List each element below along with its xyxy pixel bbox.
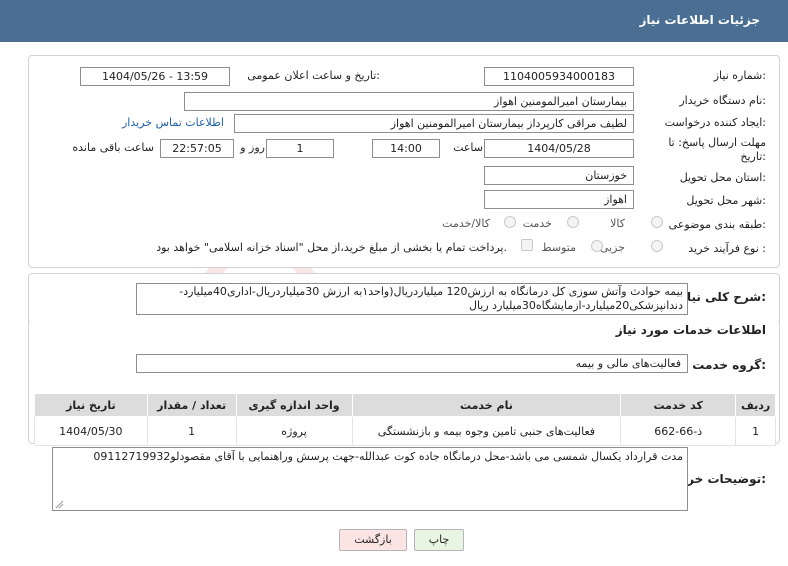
- category-radio-goods-service[interactable]: [504, 216, 516, 228]
- process-option-medium: متوسط: [541, 241, 576, 254]
- page-title: جزئیات اطلاعات نیاز: [639, 13, 760, 27]
- col-header-date: تاریخ نیاز: [34, 393, 148, 417]
- city-label: شهر محل تحویل:: [686, 194, 766, 207]
- time-remaining-label: ساعت باقی مانده: [72, 141, 154, 154]
- creator-label: ایجاد کننده درخواست:: [664, 116, 766, 129]
- page-header: جزئیات اطلاعات نیاز: [0, 0, 788, 42]
- services-table: ردیف کد خدمت نام خدمت واحد اندازه گیری ت…: [34, 393, 776, 446]
- col-header-row: ردیف: [735, 393, 776, 417]
- need-info-panel: [28, 55, 780, 268]
- province-label: استان محل تحویل:: [679, 171, 766, 184]
- col-header-qty: تعداد / مقدار: [146, 393, 237, 417]
- treasury-payment-checkbox[interactable]: [521, 239, 533, 251]
- buyer-org-label: نام دستگاه خریدار:: [679, 94, 766, 107]
- deadline-label-date: تاریخ:: [740, 150, 766, 163]
- resize-handle-icon[interactable]: [54, 499, 64, 509]
- table-row[interactable]: 1 ذ-66-662 فعالیت‌های جنبی تامین وجوه بی…: [34, 416, 776, 446]
- col-header-unit: واحد اندازه گیری: [235, 393, 353, 417]
- services-section-title: اطلاعات خدمات مورد نیاز: [615, 323, 766, 337]
- category-option-goods: کالا: [610, 217, 625, 230]
- service-group-label: گروه خدمت:: [692, 358, 766, 372]
- buyer-notes-text[interactable]: مدت قرارداد یکسال شمسی می باشد-محل درمان…: [52, 447, 688, 511]
- deadline-time-label: ساعت: [453, 141, 483, 154]
- service-group-field[interactable]: فعالیت‌های مالی و بیمه: [136, 354, 688, 373]
- cell-unit: پروژه: [235, 416, 353, 446]
- deadline-date-field[interactable]: 1404/05/28: [484, 139, 634, 158]
- need-number-label: شماره نیاز:: [713, 69, 766, 82]
- time-remaining-field[interactable]: 22:57:05: [160, 139, 234, 158]
- announce-datetime-field[interactable]: 1404/05/26 - 13:59: [80, 67, 230, 86]
- category-option-service: خدمت: [522, 217, 552, 230]
- category-radio-service[interactable]: [567, 216, 579, 228]
- cell-qty: 1: [146, 416, 237, 446]
- treasury-payment-note: پرداخت تمام یا بخشی از مبلغ خرید،از محل …: [156, 241, 507, 254]
- province-field[interactable]: خوزستان: [484, 166, 634, 185]
- description-text[interactable]: بیمه حوادث وآتش سوزی کل درمانگاه به ارزش…: [136, 283, 688, 315]
- cell-row: 1: [735, 416, 776, 446]
- buyer-org-field[interactable]: بیمارستان امیرالمومنین اهواز: [184, 92, 634, 111]
- services-table-header: ردیف کد خدمت نام خدمت واحد اندازه گیری ت…: [34, 393, 776, 417]
- cell-name: فعالیت‌های جنبی تامین وجوه بیمه و بازنشس…: [351, 416, 622, 446]
- deadline-time-field[interactable]: 14:00: [372, 139, 440, 158]
- col-header-name: نام خدمت: [351, 393, 622, 417]
- description-label: شرح کلی نیاز:: [680, 290, 766, 304]
- need-number-field[interactable]: 1104005934000183: [484, 67, 634, 86]
- deadline-label: مهلت ارسال پاسخ: تا: [668, 136, 766, 149]
- announce-datetime-label: تاریخ و ساعت اعلان عمومی:: [247, 69, 380, 82]
- col-header-code: کد خدمت: [620, 393, 737, 417]
- category-label: طبقه بندی موضوعی:: [668, 218, 766, 231]
- cell-date: 1404/05/30: [34, 416, 148, 446]
- days-label: روز و: [240, 141, 265, 154]
- services-table-wrapper: ردیف کد خدمت نام خدمت واحد اندازه گیری ت…: [34, 393, 776, 446]
- buyer-contact-link[interactable]: اطلاعات تماس خریدار: [122, 116, 224, 129]
- process-type-label: نوع فرآیند خرید :: [688, 242, 766, 255]
- cell-code: ذ-66-662: [620, 416, 737, 446]
- process-radio-minor[interactable]: [651, 240, 663, 252]
- category-radio-goods[interactable]: [651, 216, 663, 228]
- category-option-goods-service: کالا/خدمت: [442, 217, 490, 230]
- process-option-minor: جزیی: [599, 241, 625, 254]
- print-button[interactable]: چاپ: [414, 529, 464, 551]
- back-button[interactable]: بازگشت: [339, 529, 407, 551]
- city-field[interactable]: اهواز: [484, 190, 634, 209]
- process-radio-medium[interactable]: [591, 240, 603, 252]
- creator-field[interactable]: لطیف مراقی کارپرداز بیمارستان امیرالمومن…: [234, 114, 634, 133]
- days-remaining-field[interactable]: 1: [266, 139, 334, 158]
